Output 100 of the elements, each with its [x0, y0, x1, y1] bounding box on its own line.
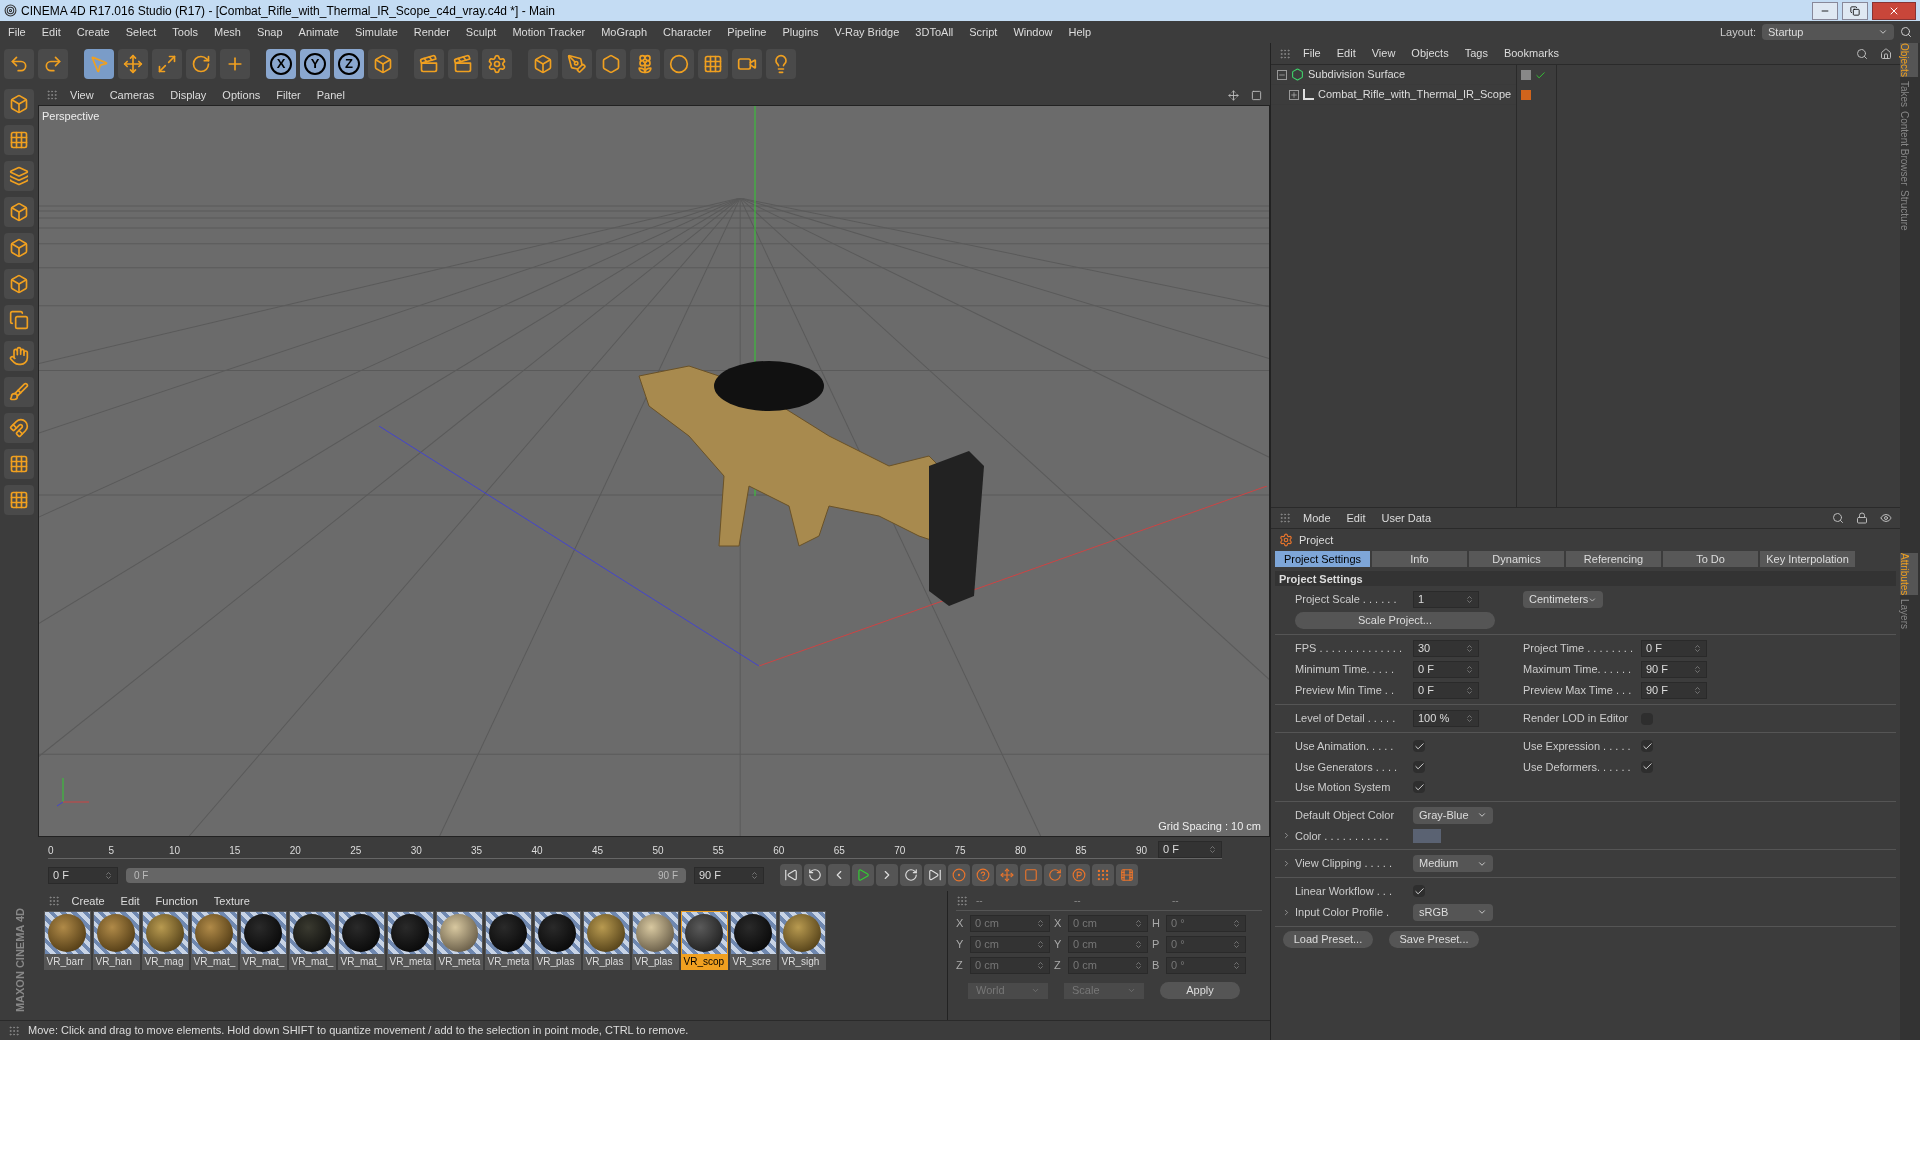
menu-item[interactable]: Tools: [172, 23, 198, 41]
redo-icon[interactable]: [38, 49, 68, 79]
timeline-icon[interactable]: [1116, 864, 1138, 886]
scale-project-button[interactable]: Scale Project...: [1295, 612, 1495, 629]
menu-item[interactable]: Script: [969, 23, 998, 41]
previous-frame-icon[interactable]: [828, 864, 850, 886]
camera-icon[interactable]: [732, 49, 762, 79]
material-swatch[interactable]: VR_meta: [435, 911, 483, 970]
material-swatch[interactable]: VR_han: [92, 911, 140, 970]
menu-item[interactable]: File: [8, 23, 26, 41]
pan-icon[interactable]: [1228, 89, 1239, 101]
render-settings-icon[interactable]: [482, 49, 512, 79]
menu-item[interactable]: View: [1371, 45, 1396, 62]
timeline-ruler[interactable]: 0 5 10 15 20 25 30 35 40 45 50 55 60 65 70 75 80 85 90: [48, 843, 1150, 858]
rotate-icon[interactable]: [186, 49, 216, 79]
dropdown[interactable]: Centimeters: [1523, 591, 1603, 608]
menu-item[interactable]: Edit: [1336, 45, 1356, 62]
checkbox[interactable]: [1413, 740, 1425, 753]
spinner-arrows-icon[interactable]: [1232, 940, 1241, 949]
enabled-check-icon[interactable]: [1535, 69, 1546, 81]
menu-item[interactable]: Display: [170, 86, 207, 104]
menu-item[interactable]: MoGraph: [601, 23, 648, 41]
dropdown[interactable]: Medium: [1413, 855, 1493, 872]
material-swatch[interactable]: VR_plas: [631, 911, 679, 970]
number-field[interactable]: 0 F: [1158, 841, 1222, 858]
last-frame-icon[interactable]: [924, 864, 946, 886]
search-icon[interactable]: [1900, 26, 1912, 38]
number-field[interactable]: 0 F: [1413, 682, 1479, 699]
play-icon[interactable]: [852, 864, 874, 886]
paint-icon[interactable]: [4, 377, 34, 407]
menu-item[interactable]: Edit: [120, 892, 140, 910]
checkbox[interactable]: [1641, 740, 1653, 753]
menu-item[interactable]: Animate: [298, 23, 339, 41]
menu-item[interactable]: User Data: [1381, 509, 1432, 527]
pen-icon[interactable]: [562, 49, 592, 79]
number-field[interactable]: 90 F: [1641, 682, 1707, 699]
side-tab[interactable]: Layers: [1900, 599, 1918, 630]
checkbox[interactable]: [1413, 885, 1425, 898]
material-swatch[interactable]: VR_plas: [582, 911, 630, 970]
close-button[interactable]: [1872, 1, 1916, 20]
menu-item[interactable]: Create: [71, 892, 105, 910]
menu-item[interactable]: Character: [663, 23, 712, 41]
material-swatch[interactable]: VR_meta: [386, 911, 434, 970]
color-swatch[interactable]: [1413, 828, 1441, 843]
spinner-arrows-icon[interactable]: [1036, 961, 1045, 970]
menu-item[interactable]: Sculpt: [465, 23, 497, 41]
number-field[interactable]: 90 F: [1641, 661, 1707, 678]
axis-lock-button[interactable]: Z: [334, 49, 364, 79]
cube-icon[interactable]: [528, 49, 558, 79]
menu-item[interactable]: Mode: [1303, 509, 1331, 527]
object-name[interactable]: Combat_Rifle_with_Thermal_IR_Scope: [1318, 86, 1512, 103]
material-swatch[interactable]: VR_mag: [141, 911, 189, 970]
menu-item[interactable]: Create: [76, 23, 110, 41]
checkbox[interactable]: [1641, 760, 1653, 773]
deformer-icon[interactable]: [664, 49, 694, 79]
maximize-view-icon[interactable]: [1251, 89, 1262, 101]
eye-icon[interactable]: [1880, 512, 1892, 524]
search-icon[interactable]: [1832, 512, 1844, 524]
side-tab[interactable]: Content Browser: [1900, 111, 1918, 186]
spinner-arrows-icon[interactable]: [1232, 919, 1241, 928]
menu-item[interactable]: V-Ray Bridge: [834, 23, 900, 41]
array-icon[interactable]: [630, 49, 660, 79]
key-rotate-icon[interactable]: [1044, 864, 1066, 886]
side-tab[interactable]: Structure: [1900, 189, 1918, 231]
points-icon[interactable]: [4, 197, 34, 227]
checkbox[interactable]: [1413, 760, 1425, 773]
menu-item[interactable]: Texture: [213, 892, 250, 910]
magnet-icon[interactable]: [4, 413, 34, 443]
move-icon[interactable]: [118, 49, 148, 79]
preset-button[interactable]: Load Preset...: [1283, 930, 1373, 948]
tweak-icon[interactable]: [4, 341, 34, 371]
material-swatch[interactable]: VR_mat_: [190, 911, 238, 970]
spinner-arrows-icon[interactable]: [1036, 940, 1045, 949]
spinner-arrows-icon[interactable]: [1693, 686, 1702, 695]
search-icon[interactable]: [1856, 47, 1868, 60]
spinner-arrows-icon[interactable]: [1693, 644, 1702, 653]
render-icon[interactable]: [448, 49, 478, 79]
checkbox[interactable]: [1413, 781, 1425, 794]
material-swatch[interactable]: VR_mat_: [239, 911, 287, 970]
maximize-button[interactable]: [1842, 1, 1868, 20]
key-parameter-icon[interactable]: [1068, 864, 1090, 886]
menu-item[interactable]: 3DToAll: [915, 23, 954, 41]
menu-item[interactable]: Select: [125, 23, 157, 41]
previous-key-icon[interactable]: [804, 864, 826, 886]
spinner-arrows-icon[interactable]: [1465, 644, 1474, 653]
tab[interactable]: Referencing: [1566, 551, 1661, 567]
menu-item[interactable]: Plugins: [782, 23, 819, 41]
tab[interactable]: Dynamics: [1469, 551, 1564, 567]
home-icon[interactable]: [1880, 47, 1892, 60]
spinner-arrows-icon[interactable]: [1208, 845, 1217, 854]
menu-item[interactable]: Options: [222, 86, 261, 104]
spinner-arrows-icon[interactable]: [1134, 940, 1143, 949]
side-tab[interactable]: Attributes: [1900, 553, 1918, 596]
minimize-button[interactable]: [1812, 1, 1838, 20]
material-swatch[interactable]: VR_scop: [680, 911, 728, 970]
object-name[interactable]: Subdivision Surface: [1308, 66, 1406, 83]
dropdown[interactable]: Gray-Blue: [1413, 806, 1493, 824]
number-field[interactable]: 100 %: [1413, 710, 1479, 727]
tab[interactable]: Project Settings: [1275, 551, 1370, 567]
apply-button[interactable]: Apply: [1160, 982, 1240, 999]
